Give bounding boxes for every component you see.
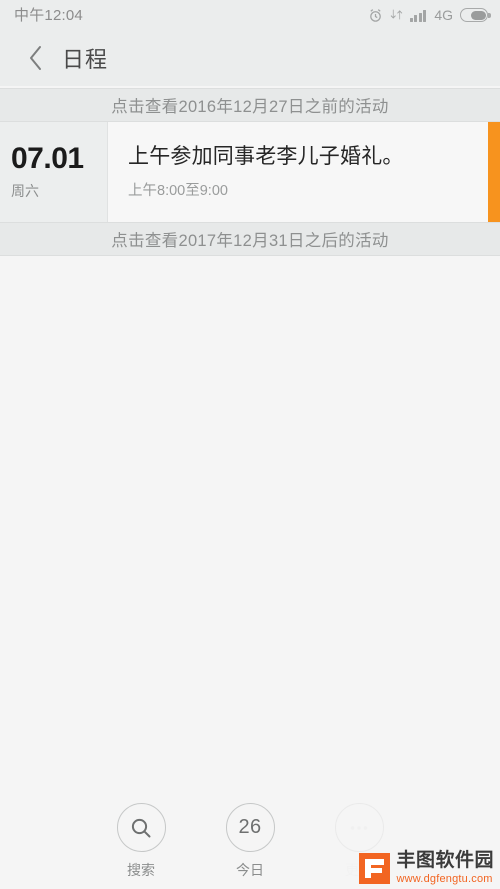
event-color-accent-bar [488, 122, 500, 222]
data-transfer-icon [390, 8, 403, 22]
event-title: 上午参加同事老李儿子婚礼。 [128, 144, 404, 168]
event-date-column: 07.01 周六 [0, 122, 108, 222]
title-bar: 日程 [0, 30, 500, 86]
more-icon [348, 817, 370, 839]
nav-item-today[interactable]: 26 今日 [211, 803, 289, 880]
alarm-clock-icon [368, 8, 383, 23]
nav-today-circle: 26 [225, 803, 275, 852]
event-date: 07.01 [11, 141, 84, 175]
signal-bars-icon [409, 9, 427, 22]
back-button[interactable] [18, 41, 52, 75]
chevron-left-icon [27, 44, 44, 72]
event-weekday: 周六 [11, 183, 39, 200]
watermark-text-group: 丰图软件园 www.dgfengtu.com [396, 851, 494, 885]
watermark-site-url: www.dgfengtu.com [396, 873, 493, 885]
banner-later-label: 点击查看2017年12月31日之后的活动 [111, 232, 389, 250]
event-time-range: 上午8:00至9:00 [128, 183, 228, 200]
watermark: 丰图软件园 www.dgfengtu.com [359, 851, 494, 885]
banner-view-later-events[interactable]: 点击查看2017年12月31日之后的活动 [0, 222, 500, 256]
page-title: 日程 [62, 47, 109, 72]
network-type-label: 4G [434, 7, 453, 23]
status-bar: 中午12:04 4G [0, 0, 500, 30]
status-icon-group: 4G [368, 7, 491, 23]
watermark-site-name: 丰图软件园 [396, 850, 494, 872]
event-detail-column: 上午参加同事老李儿子婚礼。 上午8:00至9:00 [108, 122, 488, 222]
watermark-logo-icon [359, 852, 391, 884]
nav-today-day-number: 26 [238, 816, 262, 838]
nav-today-label: 今日 [236, 862, 264, 878]
calendar-schedule-screen: 中午12:04 4G 日程 点击查看2016年12月27日之前的活动 07.01… [0, 0, 500, 889]
nav-item-search[interactable]: 搜索 [102, 803, 180, 880]
search-icon [129, 816, 153, 840]
battery-icon [460, 8, 491, 22]
nav-search-circle [116, 803, 166, 852]
nav-search-label: 搜索 [127, 862, 155, 878]
nav-more-circle [334, 803, 384, 852]
event-list-item[interactable]: 07.01 周六 上午参加同事老李儿子婚礼。 上午8:00至9:00 [0, 122, 500, 222]
banner-view-earlier-events[interactable]: 点击查看2016年12月27日之前的活动 [0, 88, 500, 122]
banner-earlier-label: 点击查看2016年12月27日之前的活动 [111, 98, 389, 116]
status-clock: 中午12:04 [14, 6, 83, 24]
